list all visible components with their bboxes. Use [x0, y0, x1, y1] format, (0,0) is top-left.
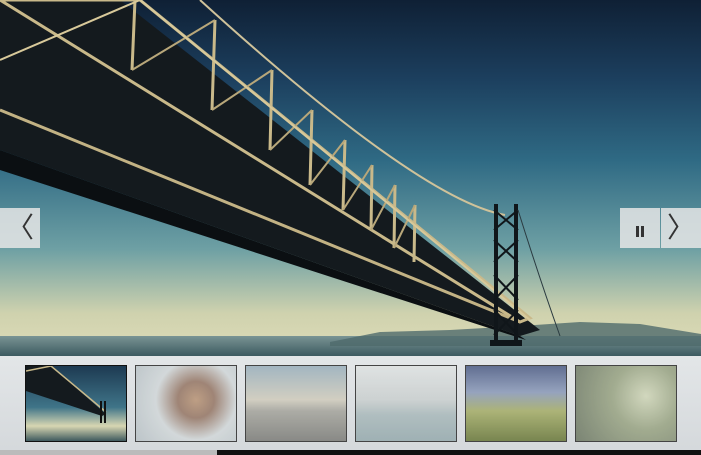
slide-progress-fill [0, 450, 218, 455]
pause-icon [635, 214, 645, 242]
thumbnail-leaves[interactable] [135, 365, 237, 442]
thumbnail-road[interactable] [245, 365, 347, 442]
main-slide-image [0, 0, 701, 356]
thumbnail-plant[interactable] [575, 365, 677, 442]
pause-button[interactable] [620, 208, 660, 248]
bridge-illustration [0, 0, 701, 346]
slide-progress-bar [0, 450, 701, 455]
chevron-right-icon: 〉 [666, 211, 695, 244]
next-slide-button[interactable]: 〉 [661, 208, 701, 248]
thumbnail-sea-rocks[interactable] [355, 365, 457, 442]
image-slider: 〈 〉 [0, 0, 701, 455]
thumbnail-bridge[interactable] [25, 365, 127, 442]
thumbnail-strip [0, 356, 701, 455]
chevron-left-icon: 〈 [5, 211, 34, 244]
thumbnail-barn-field[interactable] [465, 365, 567, 442]
prev-slide-button[interactable]: 〈 [0, 208, 40, 248]
